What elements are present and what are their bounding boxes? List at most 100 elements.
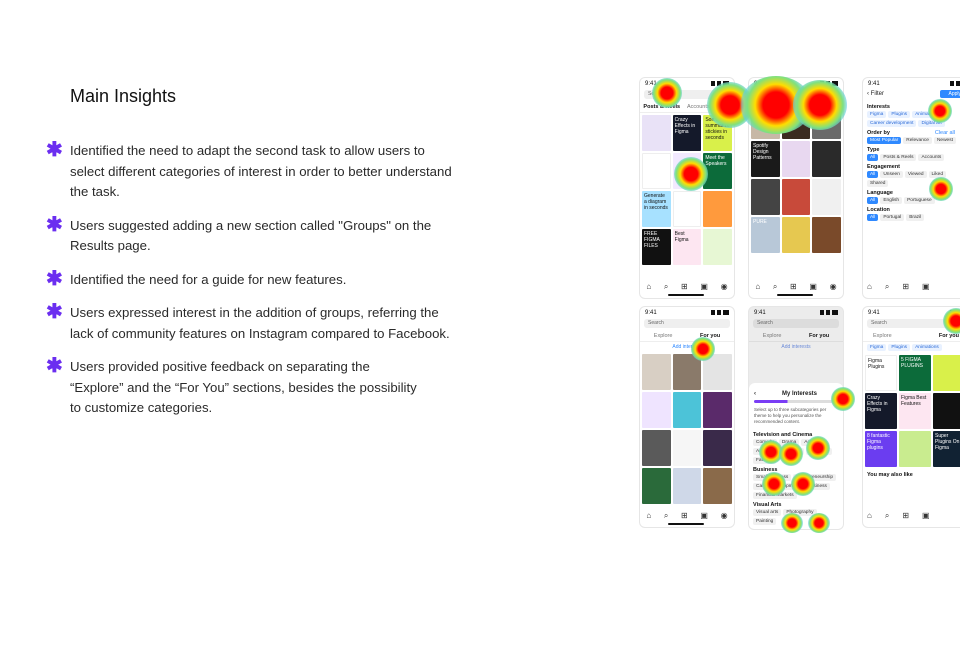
chip-engagement[interactable]: Liked <box>928 171 947 178</box>
add-interests-link[interactable]: Add interests <box>640 342 734 352</box>
insight-item: ✱ Identified the need for a guide for new… <box>46 267 347 290</box>
search-input[interactable]: Search <box>644 319 730 328</box>
chip-language[interactable]: All <box>867 197 879 204</box>
reels-icon[interactable]: ▣ <box>700 511 708 521</box>
tile[interactable]: Crazy Effects in Figma <box>672 115 702 151</box>
reels-icon[interactable]: ▣ <box>922 511 930 521</box>
chip-interest[interactable]: Anime <box>753 448 773 455</box>
tab-for-you[interactable]: For you <box>809 333 829 339</box>
chip-location[interactable]: Brazil <box>906 214 925 221</box>
search-icon[interactable]: ⌕ <box>885 282 889 292</box>
tile[interactable]: TEA TOAST <box>781 103 811 139</box>
tile[interactable]: 8 fantastic Figma plugins <box>865 431 897 467</box>
tab-accounts[interactable]: Accounts <box>687 104 710 110</box>
chip-type[interactable]: Posts & Reels <box>880 154 917 161</box>
add-icon[interactable]: ⊞ <box>902 511 909 521</box>
tab-explore[interactable]: Explore <box>654 333 673 339</box>
chip-interest[interactable]: Small business <box>753 474 792 481</box>
apply-button[interactable]: Apply <box>940 90 960 98</box>
clear-all-link[interactable]: Clear all <box>935 130 955 136</box>
add-icon[interactable]: ⊞ <box>681 282 688 292</box>
chip-interest[interactable]: Plugins <box>888 344 911 351</box>
chip-order[interactable]: Newest <box>933 137 956 144</box>
reels-icon[interactable]: ▣ <box>922 282 930 292</box>
chip-engagement[interactable]: All <box>867 171 879 178</box>
home-icon[interactable]: ⌂ <box>867 282 872 292</box>
chip-interest[interactable]: Animations <box>912 111 942 118</box>
search-icon[interactable]: ⌕ <box>664 282 668 292</box>
search-input[interactable]: Search <box>753 319 839 328</box>
tile[interactable]: Crazy Effects in Figma <box>865 393 897 429</box>
chip-interest[interactable]: Digital art <box>918 120 945 127</box>
chip-engagement[interactable]: Shared <box>867 180 889 187</box>
chip-type[interactable]: Accounts <box>918 154 945 161</box>
home-icon[interactable]: ⌂ <box>755 282 760 292</box>
tab-for-you[interactable]: For you <box>939 333 959 339</box>
chip-location[interactable]: Portugal <box>880 214 905 221</box>
reels-icon[interactable]: ▣ <box>700 282 708 292</box>
tile[interactable]: Best Figma <box>672 229 702 265</box>
chip-language[interactable]: English <box>880 197 903 204</box>
chip-order[interactable]: Most Popular <box>867 137 902 144</box>
chip-type[interactable]: All <box>867 154 879 161</box>
tile[interactable]: PURE <box>751 217 780 253</box>
add-icon[interactable]: ⊞ <box>902 282 909 292</box>
home-icon[interactable]: ⌂ <box>867 511 872 521</box>
chip-interest[interactable]: Career development <box>753 483 803 490</box>
chip-interest[interactable]: Business <box>804 483 830 490</box>
chip-language[interactable]: Portuguese <box>904 197 935 204</box>
back-button[interactable]: ‹ Filter <box>867 91 884 97</box>
back-button[interactable]: ‹ <box>754 391 756 397</box>
chip-interest[interactable]: Plugins <box>888 111 911 118</box>
profile-icon[interactable]: ◉ <box>721 282 728 292</box>
add-interests-link[interactable]: Add interests <box>749 342 843 352</box>
tile[interactable]: Spotify Design Patterns <box>751 141 780 177</box>
chip-location[interactable]: All <box>867 214 879 221</box>
tile[interactable]: FREE FIGMA FILES <box>642 229 671 265</box>
bottom-nav: ⌂ ⌕ ⊞ ▣ <box>863 282 960 292</box>
tab-audio[interactable]: Audio <box>716 104 730 110</box>
search-icon[interactable]: ⌕ <box>664 511 668 521</box>
chip-interest[interactable]: Americana <box>774 448 804 455</box>
tile[interactable]: 5 FIGMA PLUGINS <box>899 355 931 391</box>
chip-interest[interactable]: Career development <box>867 120 917 127</box>
chip-interest[interactable]: Painting <box>753 518 777 525</box>
search-input[interactable]: Search <box>644 90 730 99</box>
chip-interest[interactable]: Drama <box>778 439 800 446</box>
chip-interest[interactable]: Action <box>801 439 821 446</box>
tab-for-you[interactable]: For you <box>700 333 720 339</box>
chip-interest[interactable]: Figma <box>867 111 887 118</box>
chip-interest[interactable]: Visual arts <box>753 509 782 516</box>
tile[interactable]: Meet the Speakers <box>703 153 732 189</box>
reels-icon[interactable]: ▣ <box>809 282 817 292</box>
profile-icon[interactable]: ◉ <box>830 282 837 292</box>
home-icon[interactable]: ⌂ <box>646 511 651 521</box>
chip-interest[interactable]: Animations <box>912 344 942 351</box>
profile-icon[interactable]: ◉ <box>721 511 728 521</box>
chip-order[interactable]: Relevance <box>903 137 932 144</box>
chip-engagement[interactable]: Unseen <box>880 171 903 178</box>
search-icon[interactable]: ⌕ <box>885 511 889 521</box>
search-input[interactable]: Search <box>867 319 960 328</box>
tile[interactable]: Generate a diagram in seconds <box>642 191 671 227</box>
chip-engagement[interactable]: Viewed <box>904 171 927 178</box>
add-icon[interactable]: ⊞ <box>790 282 797 292</box>
home-icon[interactable]: ⌂ <box>646 282 651 292</box>
tile[interactable]: Super Plugins On Figma <box>933 431 960 467</box>
chip-interest[interactable]: Financial markets <box>753 492 797 499</box>
chip-interest[interactable]: Entrepreneurship <box>793 474 837 481</box>
chip-interest[interactable]: Figma <box>867 344 887 351</box>
add-icon[interactable]: ⊞ <box>681 511 688 521</box>
chip-interest[interactable]: Photography <box>783 509 817 516</box>
tab-explore[interactable]: Explore <box>763 333 782 339</box>
search-icon[interactable]: ⌕ <box>773 282 777 292</box>
chip-interest[interactable]: Comedy <box>753 439 777 446</box>
tile[interactable]: Figma Best Features <box>899 393 931 429</box>
chip-interest[interactable]: Romance <box>805 448 833 455</box>
tab-posts-reels[interactable]: Posts & Reels <box>643 104 680 110</box>
tile[interactable]: Sort and summarize stickies in seconds <box>703 115 732 151</box>
chip-interest[interactable]: Fantasy <box>753 457 777 464</box>
results-grid: Crazy Effects in Figma Sort and summariz… <box>640 113 734 267</box>
tab-explore[interactable]: Explore <box>873 333 892 339</box>
tile[interactable]: Figma Plugins <box>865 355 897 391</box>
